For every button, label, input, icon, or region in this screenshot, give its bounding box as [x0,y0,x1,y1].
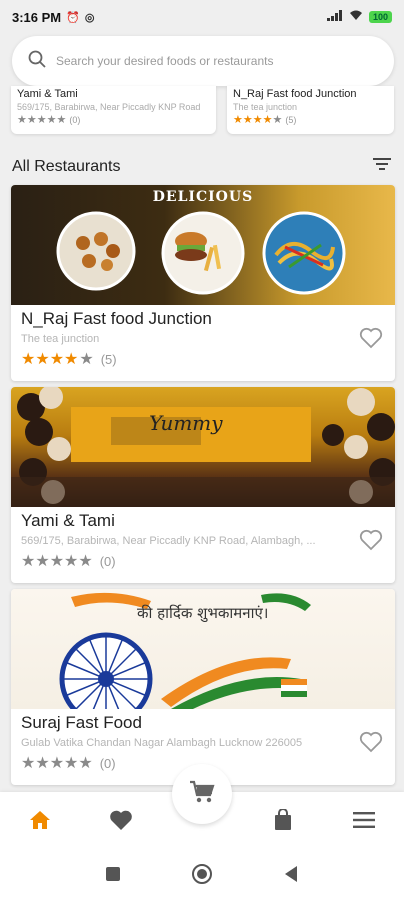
search-icon [28,50,46,73]
cart-button[interactable] [172,764,232,824]
rating-stars: ★★★★★ (0) [21,553,116,570]
restaurant-name: Yami & Tami [21,511,115,530]
rating-count: (0) [99,755,116,771]
nav-favorites[interactable] [101,802,141,842]
banner-text: Yummy [149,411,223,435]
restaurant-name: N_Raj Fast food Junction [21,309,212,328]
featured-address: The tea junction [233,102,298,112]
heart-icon [109,809,133,836]
search-bar[interactable] [12,36,394,86]
status-bar: 3:16 PM ⏰ ◎ 100 [0,0,404,34]
section-title: All Restaurants [12,157,121,175]
status-time: 3:16 PM [12,9,62,25]
alarm-icon: ⏰ [66,11,80,24]
menu-icon [352,811,375,833]
signal-icon [326,10,343,24]
rating-count: (5) [285,115,297,125]
search-input[interactable] [56,54,376,68]
restaurant-card[interactable]: की हार्दिक शुभकामनाएं। Suraj Fast Food G… [11,589,395,785]
featured-card[interactable]: N_Raj Fast food Junction The tea junctio… [227,86,394,134]
nav-orders[interactable] [263,802,303,842]
restaurant-name: Suraj Fast Food [21,713,142,732]
restaurant-address: The tea junction [21,333,100,345]
wifi-icon [349,10,363,24]
rating-stars: ★★★★★ (5) [233,114,297,126]
system-nav-bar [0,852,404,900]
favorite-heart-icon[interactable] [359,529,383,551]
rating-count: (5) [100,351,117,367]
rating-stars: ★★★★★ (5) [21,351,117,368]
banner-text: DELICIOUS [152,189,254,205]
rating-stars: ★★★★★ (0) [17,114,81,126]
featured-carousel[interactable]: Yami & Tami 569/175, Barabirwa, Near Pic… [0,86,404,138]
rating-count: (0) [69,115,81,125]
restaurant-banner: Yummy [11,387,395,507]
favorite-heart-icon[interactable] [359,327,383,349]
restaurant-banner: DELICIOUS [11,185,395,305]
restaurant-address: 569/175, Barabirwa, Near Piccadly KNP Ro… [21,535,316,547]
favorite-heart-icon[interactable] [359,731,383,753]
restaurant-banner: की हार्दिक शुभकामनाएं। [11,589,395,709]
home-button-icon[interactable] [191,863,213,890]
restaurant-address: Gulab Vatika Chandan Nagar Alambagh Luck… [21,737,303,749]
featured-name: Yami & Tami [17,88,78,100]
nav-home[interactable] [20,802,60,842]
restaurant-card[interactable]: Yummy Yami & Tami 569/175, Barabirwa, Ne… [11,387,395,583]
cart-icon [189,780,215,809]
featured-address: 569/175, Barabirwa, Near Piccadly KNP Ro… [17,102,201,112]
whatsapp-icon: ◎ [84,11,95,24]
nav-menu[interactable] [344,802,384,842]
recents-icon[interactable] [105,866,121,887]
featured-card[interactable]: Yami & Tami 569/175, Barabirwa, Near Pic… [11,86,216,134]
featured-name: N_Raj Fast food Junction [233,88,357,100]
filter-icon[interactable] [372,156,392,177]
back-icon[interactable] [283,865,299,888]
restaurant-card[interactable]: DELICIOUS N_Raj Fast food Junction The t… [11,185,395,381]
section-header: All Restaurants [12,156,392,177]
rating-count: (0) [99,553,116,569]
battery-icon: 100 [368,11,392,23]
bag-icon [273,807,293,836]
banner-text: की हार्दिक शुभकामनाएं। [137,604,269,622]
home-icon [29,810,51,835]
